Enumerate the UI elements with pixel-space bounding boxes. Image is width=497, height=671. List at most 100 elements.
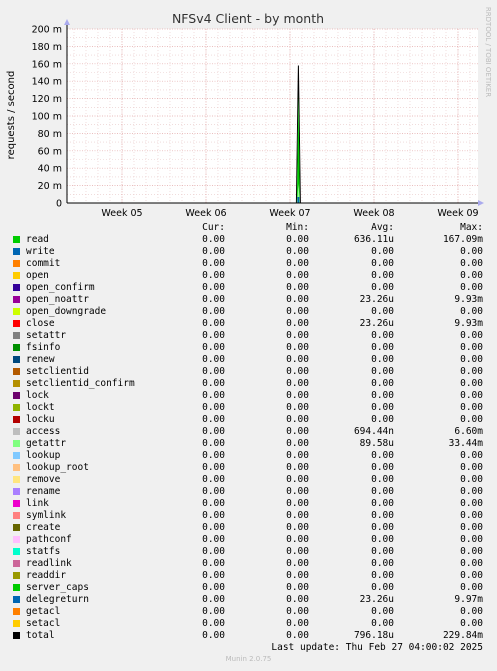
legend-row: setacl 0.00 0.00 0.00 0.00: [0, 618, 497, 630]
legend-swatch: [13, 608, 20, 615]
legend-avg: 0.00: [371, 570, 394, 581]
legend-max: 33.44m: [448, 438, 483, 449]
legend-swatch: [13, 236, 20, 243]
legend-row: readlink 0.00 0.00 0.00 0.00: [0, 558, 497, 570]
legend-avg: 23.26u: [359, 294, 394, 305]
y-tick-label: 40 m: [38, 164, 62, 175]
legend-name: remove: [26, 474, 61, 485]
legend-avg: 0.00: [371, 282, 394, 293]
legend-min: 0.00: [286, 570, 309, 581]
legend-min: 0.00: [286, 246, 309, 257]
legend-cur: 0.00: [202, 534, 225, 545]
legend-avg: 0.00: [371, 498, 394, 509]
legend-max: 9.93m: [454, 294, 483, 305]
legend-name: close: [26, 318, 55, 329]
legend-cur: 0.00: [202, 438, 225, 449]
legend-cur: 0.00: [202, 570, 225, 581]
legend-avg: 0.00: [371, 522, 394, 533]
y-tick-label: 20 m: [38, 181, 62, 192]
last-update: Last update: Thu Feb 27 04:00:02 2025: [271, 642, 483, 653]
legend-max: 0.00: [460, 522, 483, 533]
legend-avg: 0.00: [371, 450, 394, 461]
legend-cur: 0.00: [202, 270, 225, 281]
legend-row: access 0.00 0.00 694.44n 6.60m: [0, 426, 497, 438]
legend-row: getattr 0.00 0.00 89.58u 33.44m: [0, 438, 497, 450]
legend-cur: 0.00: [202, 450, 225, 461]
legend-avg: 0.00: [371, 510, 394, 521]
legend-row: remove 0.00 0.00 0.00 0.00: [0, 474, 497, 486]
legend-row: pathconf 0.00 0.00 0.00 0.00: [0, 534, 497, 546]
legend-name: pathconf: [26, 534, 72, 545]
legend-max: 6.60m: [454, 426, 483, 437]
legend-row: create 0.00 0.00 0.00 0.00: [0, 522, 497, 534]
y-tick-label: 160 m: [32, 59, 62, 70]
legend-min: 0.00: [286, 282, 309, 293]
legend-max: 0.00: [460, 282, 483, 293]
legend-avg: 796.18u: [353, 630, 394, 641]
legend-max: 0.00: [460, 450, 483, 461]
legend-row: write 0.00 0.00 0.00 0.00: [0, 246, 497, 258]
legend-cur: 0.00: [202, 486, 225, 497]
legend-cur: 0.00: [202, 306, 225, 317]
x-tick-label: Week 05: [101, 208, 142, 219]
legend-min: 0.00: [286, 594, 309, 605]
legend-cur: 0.00: [202, 366, 225, 377]
x-tick-label: Week 07: [269, 208, 310, 219]
legend-swatch: [13, 560, 20, 567]
legend-max: 0.00: [460, 546, 483, 557]
legend-swatch: [13, 260, 20, 267]
legend-avg: 0.00: [371, 402, 394, 413]
legend-row: getacl 0.00 0.00 0.00 0.00: [0, 606, 497, 618]
legend-name: lookup: [26, 450, 61, 461]
legend-cur: 0.00: [202, 606, 225, 617]
legend-cur: 0.00: [202, 498, 225, 509]
legend-min: 0.00: [286, 486, 309, 497]
legend-header-avg: Avg:: [371, 222, 394, 233]
legend-swatch: [13, 356, 20, 363]
legend-max: 0.00: [460, 582, 483, 593]
legend-name: server_caps: [26, 582, 89, 593]
legend-max: 0.00: [460, 402, 483, 413]
legend-min: 0.00: [286, 414, 309, 425]
legend-cur: 0.00: [202, 282, 225, 293]
legend-name: renew: [26, 354, 55, 365]
legend-min: 0.00: [286, 558, 309, 569]
y-tick-label: 80 m: [38, 129, 62, 140]
legend-max: 0.00: [460, 306, 483, 317]
legend-row: lockt 0.00 0.00 0.00 0.00: [0, 402, 497, 414]
x-axis-arrow: [478, 200, 484, 206]
legend-cur: 0.00: [202, 414, 225, 425]
legend-name: link: [26, 498, 49, 509]
legend-avg: 0.00: [371, 534, 394, 545]
legend-swatch: [13, 620, 20, 627]
legend-name: rename: [26, 486, 61, 497]
legend-min: 0.00: [286, 618, 309, 629]
legend-max: 0.00: [460, 534, 483, 545]
legend-row: read 0.00 0.00 636.11u 167.09m: [0, 234, 497, 246]
legend-cur: 0.00: [202, 330, 225, 341]
legend-avg: 0.00: [371, 618, 394, 629]
legend-min: 0.00: [286, 462, 309, 473]
legend-swatch: [13, 596, 20, 603]
legend-cur: 0.00: [202, 462, 225, 473]
legend-row: open_noattr 0.00 0.00 23.26u 9.93m: [0, 294, 497, 306]
y-tick-label: 0: [56, 199, 62, 210]
legend-min: 0.00: [286, 234, 309, 245]
legend-name: open_noattr: [26, 294, 89, 305]
legend-row: locku 0.00 0.00 0.00 0.00: [0, 414, 497, 426]
legend-swatch: [13, 512, 20, 519]
legend-min: 0.00: [286, 534, 309, 545]
legend-row: server_caps 0.00 0.00 0.00 0.00: [0, 582, 497, 594]
legend-name: readlink: [26, 558, 72, 569]
y-axis-arrow: [64, 19, 70, 25]
legend-header-max: Max:: [460, 222, 483, 233]
legend-max: 9.97m: [454, 594, 483, 605]
legend-avg: 0.00: [371, 486, 394, 497]
legend-avg: 89.58u: [359, 438, 394, 449]
legend-row: lookup 0.00 0.00 0.00 0.00: [0, 450, 497, 462]
legend-row: renew 0.00 0.00 0.00 0.00: [0, 354, 497, 366]
legend-min: 0.00: [286, 438, 309, 449]
legend-max: 0.00: [460, 354, 483, 365]
legend-name: fsinfo: [26, 342, 61, 353]
legend-row: total 0.00 0.00 796.18u 229.84m: [0, 630, 497, 642]
